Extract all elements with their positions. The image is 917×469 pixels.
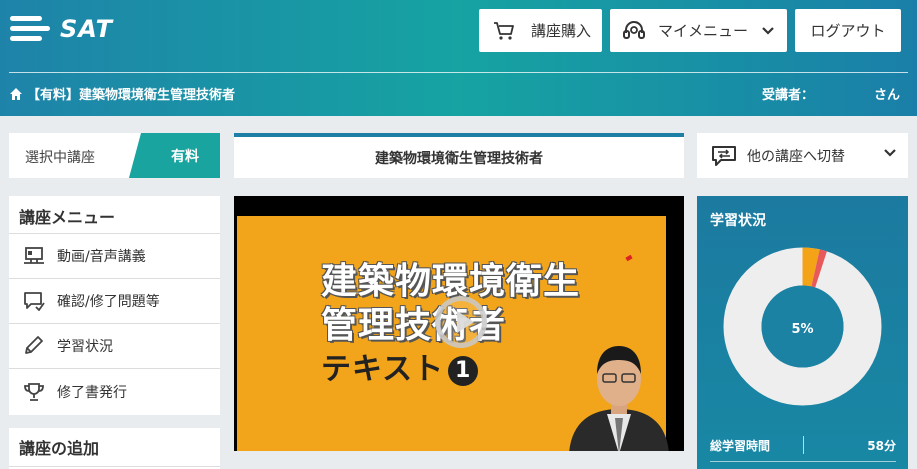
buy-course-label: 講座購入 [531,22,592,40]
course-menu-title: 講座メニュー [9,196,220,234]
course-menu: 講座メニュー 動画/音声講義 確認/修了問題等 学習状況 修了書発行 [9,196,220,415]
selected-course-label: 選択中講座 [25,150,95,166]
buy-course-button[interactable]: 講座購入 [479,9,602,52]
total-time-label: 総学習時間 [710,439,771,453]
menu-item-progress[interactable]: 学習状況 [9,324,220,369]
play-icon[interactable] [435,296,487,348]
menu-item-label: 修了書発行 [57,384,127,401]
breadcrumb-course: 【有料】建築物環境衛生管理技術者 [27,88,236,103]
total-time-divider [803,436,804,454]
learning-progress-panel: 学習状況 5% 総学習時間 58分 [697,196,908,469]
switch-course-dropdown[interactable]: 他の講座へ切替 [697,133,908,178]
logout-button[interactable]: ログアウト [795,9,901,52]
student-suffix: さん [874,88,901,103]
total-study-time: 総学習時間 58分 [710,436,896,454]
progress-divider [710,461,896,462]
presenter-image [569,346,669,451]
my-menu-button[interactable]: マイメニュー [610,9,787,52]
sat-logo[interactable]: SAT [10,13,113,45]
paid-badge: 有料 [171,149,199,165]
pencil-icon [25,336,43,354]
cart-icon [494,21,514,40]
quiz-icon [24,292,45,311]
slide-text-line3-label: テキスト [321,352,445,387]
course-title: 建築物環境衛生管理技術者 [234,133,684,178]
student-info: 受講者： さん [762,84,902,103]
add-course-title: 講座の追加 [19,439,100,458]
logo-text: SAT [60,15,113,43]
chevron-down-icon [884,149,896,157]
menu-item-video-lecture[interactable]: 動画/音声講義 [9,234,220,279]
menu-item-quiz[interactable]: 確認/修了問題等 [9,279,220,324]
selected-course-tag: 選択中講座 有料 [9,133,220,178]
progress-percent: 5% [791,322,814,337]
switch-chat-icon [712,145,736,166]
progress-title: 学習状況 [710,213,766,229]
slide-text-line3: テキスト 1 [321,344,479,388]
lecture-video-player[interactable]: 建築物環境衛生 管理技術者 テキスト 1 [234,196,684,451]
menu-item-certificate[interactable]: 修了書発行 [9,369,220,414]
trophy-icon [24,382,44,401]
menu-item-label: 学習状況 [57,339,113,355]
breadcrumb: 【有料】建築物環境衛生管理技術者 [9,84,235,103]
switch-course-label: 他の講座へ切替 [747,148,845,165]
chevron-down-icon [762,26,774,35]
menu-item-label: 確認/修了問題等 [57,294,160,310]
my-menu-label: マイメニュー [658,22,749,40]
header-divider [9,72,908,73]
laser-pointer-dot [625,254,633,262]
headset-icon [623,20,645,39]
video-lecture-icon [24,247,44,264]
menu-item-label: 動画/音声講義 [57,249,146,265]
add-course-divider [9,466,220,467]
site-header: SAT 講座購入 マイメニュー ログアウト 【有料】建築物環境衛生管理技術者 受… [0,0,917,116]
logo-mark [10,13,50,45]
total-time-value: 58分 [867,439,896,453]
slide-volume-badge: 1 [448,356,479,386]
home-icon[interactable] [9,87,23,101]
student-label: 受講者： [762,88,815,103]
add-course-card: 講座の追加 [9,428,220,469]
